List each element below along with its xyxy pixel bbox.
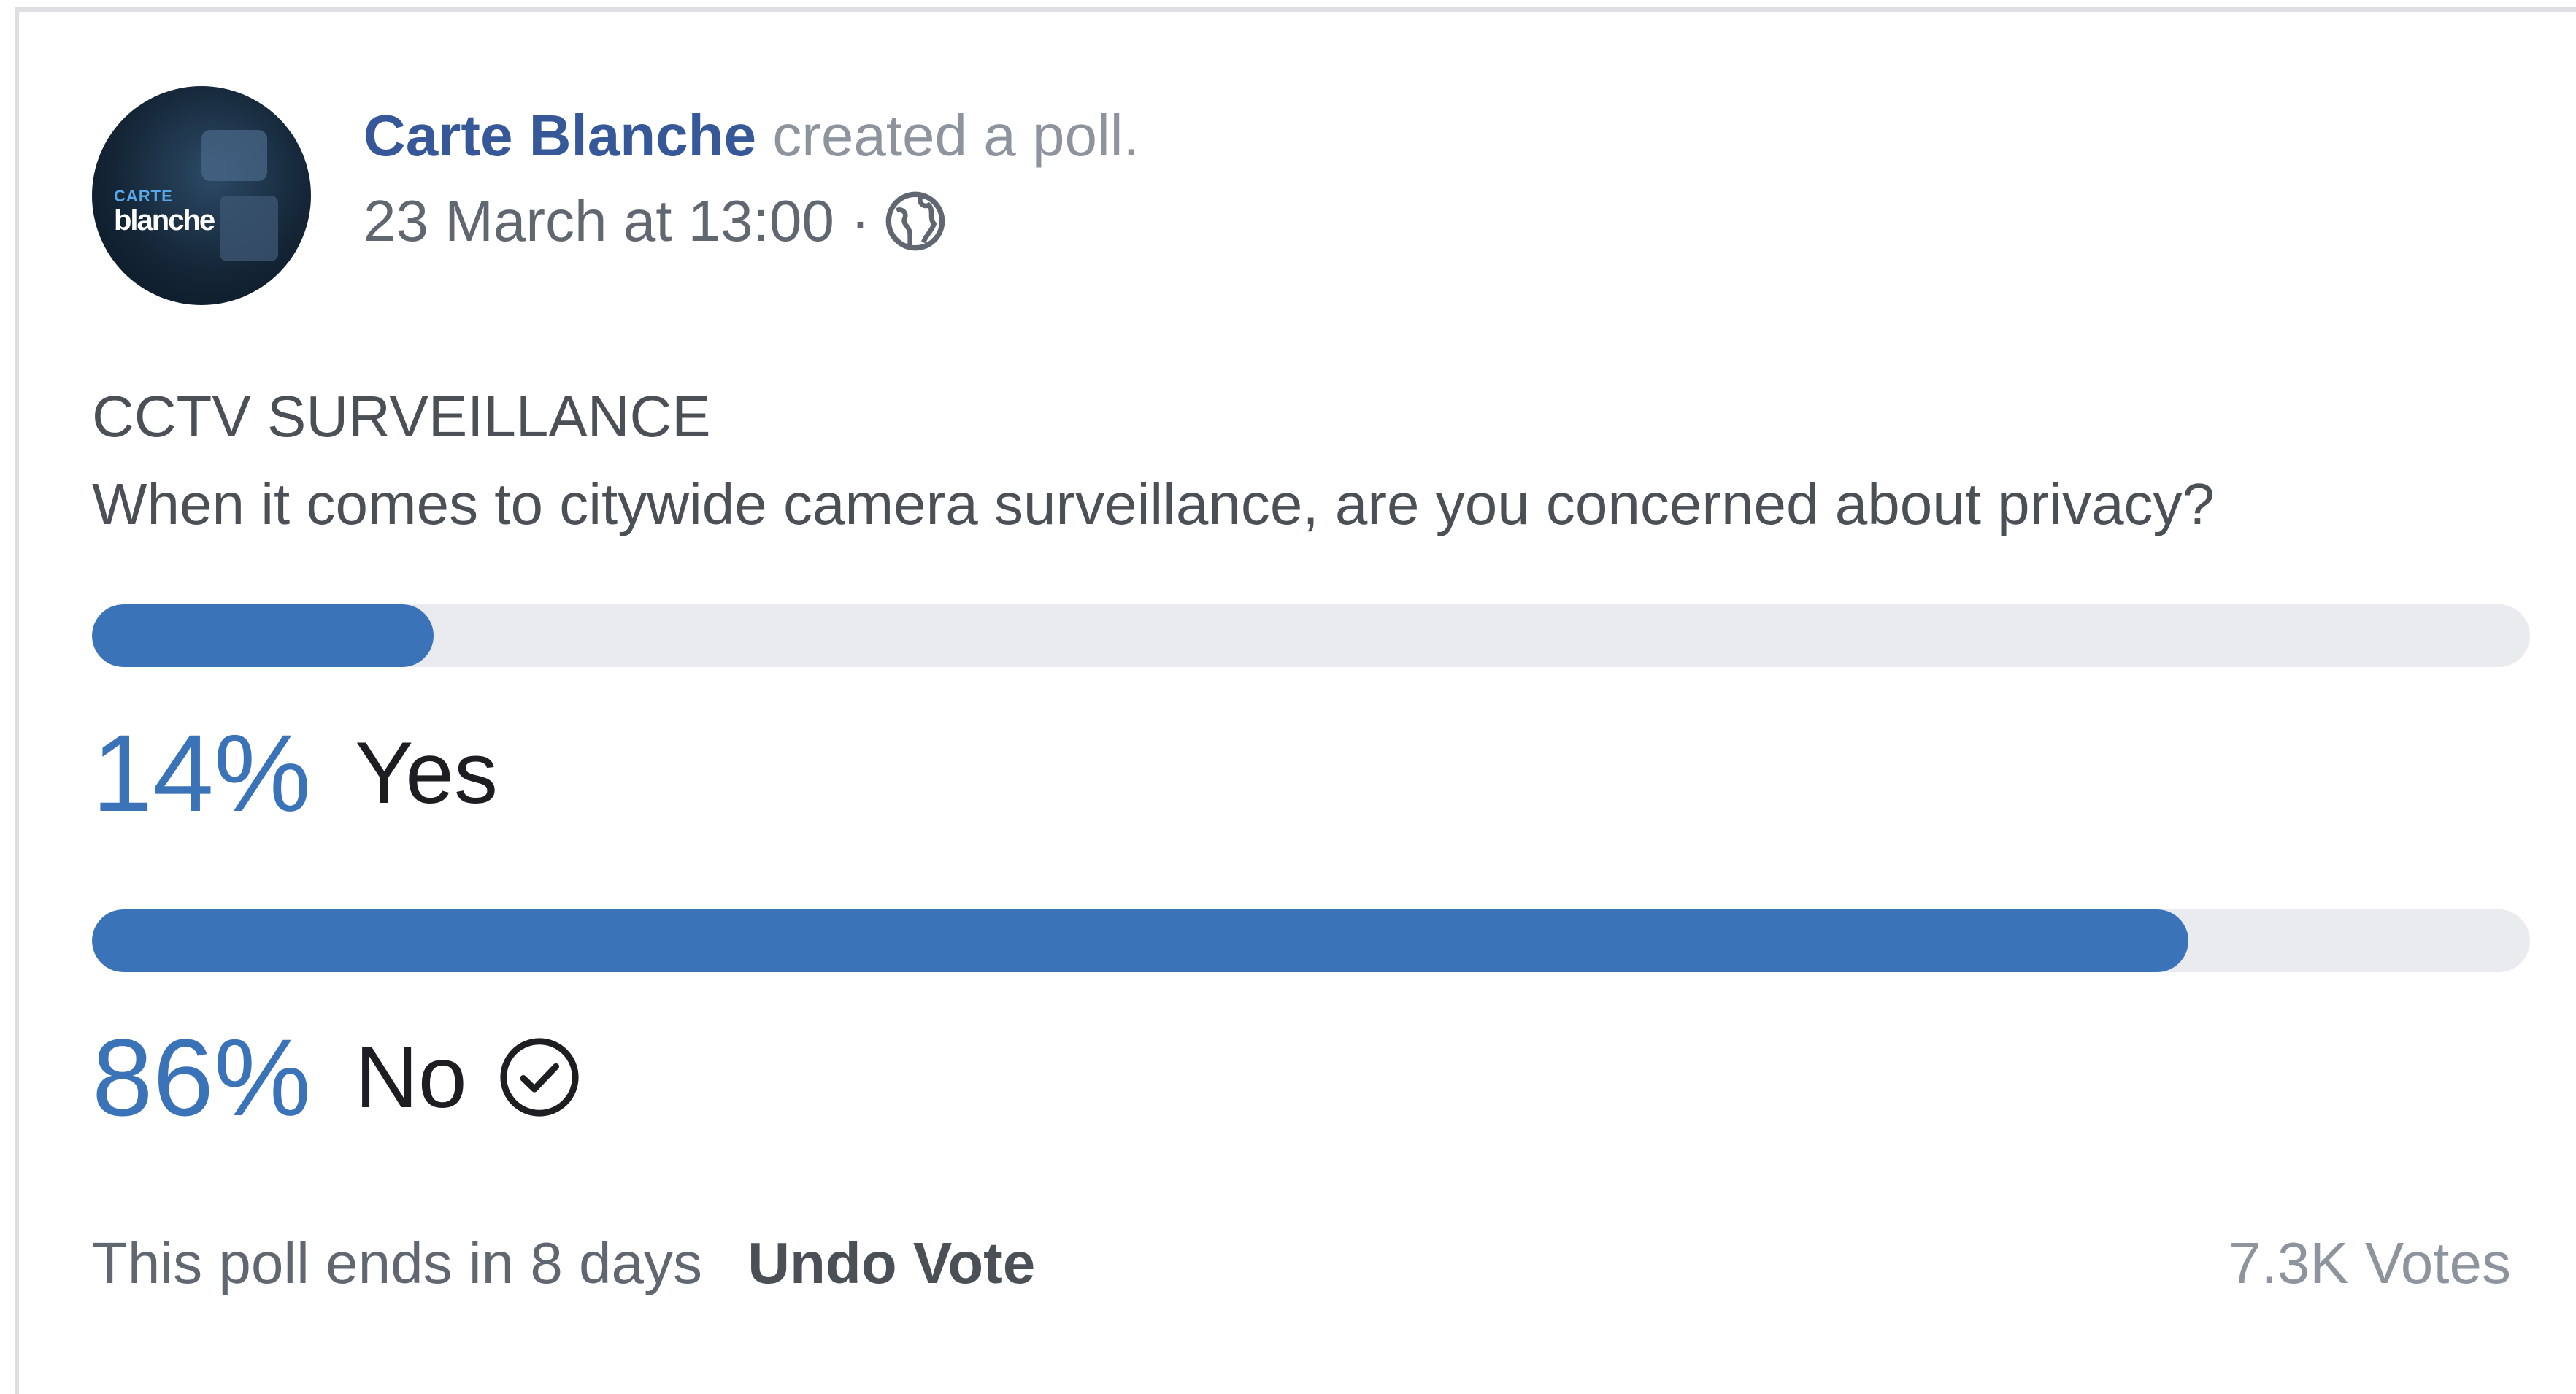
carte-blanche-logo: CARTE blanche — [114, 188, 216, 247]
poll-question: When it comes to citywide camera surveil… — [92, 471, 2215, 536]
poll-option-yes-fill — [92, 604, 434, 667]
poll-option-no-fill — [92, 909, 2189, 972]
post-timestamp[interactable]: 23 March at 13:00 · — [364, 185, 870, 258]
check-circle-icon — [500, 1038, 579, 1117]
avatar-graphic — [201, 130, 267, 181]
poll-option-yes[interactable]: 14% Yes — [92, 711, 498, 835]
poll-option-yes-bar[interactable] — [92, 604, 2530, 667]
logo-text-bottom: blanche — [114, 204, 215, 236]
poll-post-card: CARTE blanche Carte Blanche created a po… — [15, 7, 2576, 1394]
poll-option-label: Yes — [355, 724, 498, 822]
poll-option-label: No — [355, 1028, 467, 1126]
poll-option-percent: 86% — [92, 1016, 312, 1139]
poll-title: CCTV SURVEILLANCE — [92, 384, 711, 449]
post-meta: 23 March at 13:00 · — [364, 185, 947, 258]
page-avatar[interactable]: CARTE blanche — [92, 86, 311, 305]
avatar-graphic — [220, 196, 278, 261]
poll-option-no[interactable]: 86% No — [92, 1015, 583, 1139]
author-link[interactable]: Carte Blanche — [364, 103, 756, 168]
globe-icon — [885, 191, 945, 251]
undo-vote-button[interactable]: Undo Vote — [747, 1231, 1035, 1295]
poll-ends-text: This poll ends in 8 days — [92, 1231, 703, 1295]
post-header: Carte Blanche created a poll. — [364, 99, 1139, 172]
poll-footer: This poll ends in 8 days Undo Vote — [92, 1223, 1035, 1303]
votes-count[interactable]: 7.3K Votes — [2229, 1223, 2511, 1303]
poll-option-percent: 14% — [92, 712, 312, 834]
poll-option-no-bar[interactable] — [92, 909, 2530, 972]
post-action-text: created a poll. — [772, 103, 1139, 168]
logo-text-top: CARTE — [114, 187, 173, 205]
